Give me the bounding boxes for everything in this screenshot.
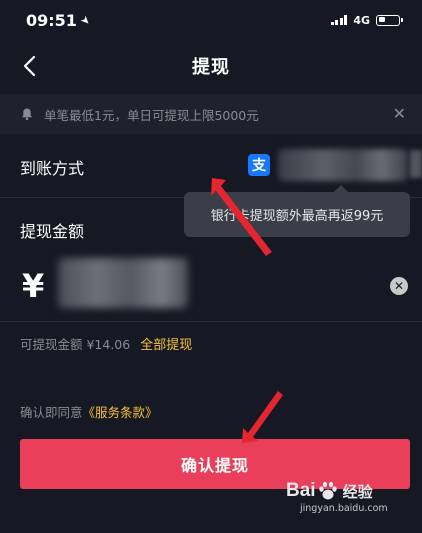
available-amount-text: 可提现金额 ¥14.06 [20, 337, 131, 352]
available-amount: 可提现金额 ¥14.06 全部提现 [20, 334, 192, 353]
watermark-url: jingyan.baidu.com [300, 503, 388, 514]
alipay-icon-glyph: 支 [252, 158, 266, 174]
terms-link[interactable]: 《服务条款》 [83, 405, 158, 420]
method-label: 到账方式 [20, 158, 85, 178]
battery-icon [376, 14, 403, 26]
watermark-brand-b: 经验 [342, 483, 373, 501]
promo-tooltip: 银行卡提现额外最高再返99元 [184, 185, 410, 237]
amount-input-blurred[interactable] [58, 258, 188, 308]
status-right: 4G [330, 13, 403, 27]
back-button[interactable] [18, 54, 40, 78]
account-blurred-edge [410, 150, 422, 178]
status-time: 09:51 ➤ [26, 10, 93, 30]
promo-tooltip-text: 银行卡提现额外最高再返99元 [210, 209, 384, 224]
network-type: 4G [353, 13, 370, 27]
clear-icon[interactable]: ✕ [390, 277, 408, 295]
currency-symbol: ¥ [22, 267, 45, 305]
location-arrow-icon: ➤ [77, 12, 94, 28]
watermark-brand-a: Bai [286, 480, 316, 501]
status-bar: 09:51 ➤ 4G [0, 0, 422, 40]
amount-label: 提现金额 [20, 222, 85, 241]
alipay-icon: 支 [248, 154, 270, 176]
paw-icon [318, 481, 337, 500]
status-time-text: 09:51 [26, 10, 77, 30]
agreement-prefix: 确认即同意 [20, 405, 83, 420]
account-blurred [278, 149, 408, 181]
notice-text: 单笔最低1元，单日可提现上限5000元 [44, 107, 259, 123]
signal-icon [330, 15, 348, 25]
bell-icon [22, 108, 32, 121]
page-title: 提现 [192, 57, 230, 78]
close-icon[interactable]: ✕ [393, 106, 406, 122]
agreement-text: 确认即同意《服务条款》 [20, 402, 158, 421]
notice-banner: 单笔最低1元，单日可提现上限5000元 ✕ [0, 94, 422, 134]
withdraw-all-link[interactable]: 全部提现 [140, 334, 192, 353]
red-arrow-icon [242, 391, 283, 443]
chevron-left-icon [23, 55, 36, 77]
nav-bar: 提现 [0, 40, 422, 92]
baidu-watermark: Bai 经验 jingyan.baidu.com [286, 480, 416, 530]
